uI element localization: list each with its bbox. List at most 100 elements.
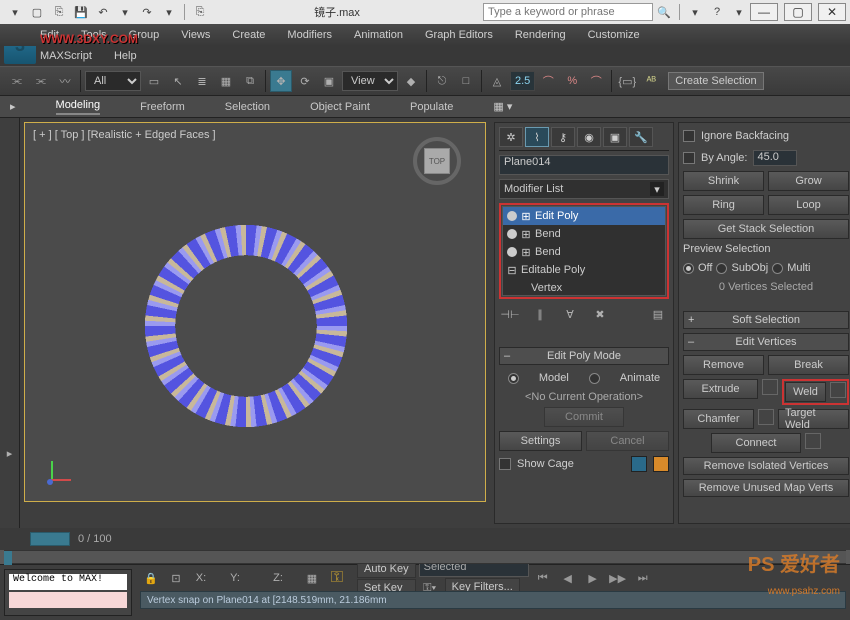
named-set-icon[interactable]: {▭} — [616, 70, 638, 92]
redo-icon[interactable]: ↷ — [138, 3, 156, 21]
help-search-input[interactable] — [483, 3, 653, 21]
percent-snap-icon[interactable]: % — [561, 70, 583, 92]
key-icon[interactable]: ⚿ — [326, 567, 348, 589]
time-thumb[interactable] — [30, 532, 70, 546]
ribbon-min-icon[interactable]: ▸ — [10, 100, 16, 113]
open-icon[interactable]: ⎘ — [50, 3, 68, 21]
cancel-button[interactable]: Cancel — [586, 431, 669, 451]
stack-item-editpoly[interactable]: ⊞ Edit Poly — [503, 207, 665, 225]
time-slider[interactable]: 0 / 100 — [0, 528, 850, 550]
x-icon[interactable]: X: — [190, 567, 212, 589]
ignore-bf-checkbox[interactable] — [683, 130, 695, 142]
rollout-soft-selection[interactable]: +Soft Selection — [683, 311, 849, 329]
radio-animate[interactable] — [589, 373, 600, 384]
bulb-icon[interactable] — [507, 229, 517, 239]
cage-color-1[interactable] — [631, 456, 647, 472]
stack-item-editable-poly[interactable]: ⊟ Editable Poly — [503, 261, 665, 279]
bulb-icon[interactable] — [507, 211, 517, 221]
snap-2d-icon[interactable]: ◬ — [486, 70, 508, 92]
select-name-icon[interactable]: ≣ — [191, 70, 213, 92]
rm-map-verts-button[interactable]: Remove Unused Map Verts — [683, 479, 849, 497]
iso-sel-icon[interactable]: ⊡ — [165, 567, 187, 589]
link-tool-icon[interactable]: ⫘ — [6, 70, 28, 92]
modifier-stack[interactable]: ⊞ Edit Poly ⊞ Bend ⊞ Bend ⊟ Editable Pol… — [502, 206, 666, 296]
viewport-label[interactable]: [ + ] [ Top ] [Realistic + Edged Faces ] — [33, 129, 216, 141]
save-icon[interactable]: 💾 — [72, 3, 90, 21]
tab-utils-icon[interactable]: 🔧 — [629, 127, 653, 147]
viewcube-face[interactable]: TOP — [424, 148, 450, 174]
pivot-icon[interactable]: ◆ — [400, 70, 422, 92]
manip-icon[interactable]: ⎋ — [431, 70, 453, 92]
goto-end-icon[interactable]: ⏭ — [632, 568, 654, 588]
shrink-button[interactable]: Shrink — [683, 171, 764, 191]
tab-display-icon[interactable]: ▣ — [603, 127, 627, 147]
radio-model[interactable] — [508, 373, 519, 384]
maxscript-listener[interactable]: Welcome to MAX! — [9, 574, 127, 590]
new-icon[interactable]: ▢ — [28, 3, 46, 21]
break-button[interactable]: Break — [768, 355, 849, 375]
ref-coord-dropdown[interactable]: View — [342, 71, 398, 91]
stack-item-bend1[interactable]: ⊞ Bend — [503, 225, 665, 243]
tab-modeling[interactable]: Modeling — [56, 99, 101, 115]
rotate-tool-icon[interactable]: ⟳ — [294, 70, 316, 92]
z-icon[interactable]: Z: — [258, 567, 298, 589]
ring-button[interactable]: Ring — [683, 195, 764, 215]
tab-create-icon[interactable]: ✲ — [499, 127, 523, 147]
signin-icon[interactable]: ▾ — [686, 3, 704, 21]
connect-settings-button[interactable] — [805, 433, 821, 449]
bind-tool-icon[interactable]: 〰 — [54, 70, 76, 92]
extrude-button[interactable]: Extrude — [683, 379, 758, 399]
get-stack-sel-button[interactable]: Get Stack Selection — [683, 219, 849, 239]
search-icon[interactable]: 🔍 — [655, 3, 673, 21]
rollout-edit-poly-mode[interactable]: –Edit Poly Mode — [499, 347, 669, 365]
selection-filter-dropdown[interactable]: All — [85, 71, 141, 91]
ribbon-extra-icon[interactable]: ▦ ▾ — [493, 100, 512, 113]
time-ruler[interactable] — [4, 550, 846, 564]
menu-rendering[interactable]: Rendering — [515, 29, 566, 41]
tab-objectpaint[interactable]: Object Paint — [310, 101, 370, 113]
redo-dd-icon[interactable]: ▾ — [160, 3, 178, 21]
unlink-tool-icon[interactable]: ⫘ — [30, 70, 52, 92]
object-name-field[interactable]: Plane014 — [499, 155, 669, 175]
undo-icon[interactable]: ↶ — [94, 3, 112, 21]
snap-spinner[interactable]: 2.5 — [510, 71, 535, 91]
close-button[interactable]: ✕ — [818, 3, 846, 21]
config-mod-icon[interactable]: ▤ — [647, 303, 669, 325]
scene-object-torus[interactable] — [103, 183, 389, 469]
angle-snap-icon[interactable]: ⌒ — [537, 70, 559, 92]
radio-subobj[interactable] — [716, 263, 727, 274]
commit-button[interactable]: Commit — [544, 407, 624, 427]
menu-maxscript[interactable]: MAXScript — [40, 50, 92, 62]
cage-color-2[interactable] — [653, 456, 669, 472]
select-icon[interactable]: ▭ — [143, 70, 165, 92]
tab-hierarchy-icon[interactable]: ⚷ — [551, 127, 575, 147]
viewcube[interactable]: TOP — [413, 137, 461, 185]
menu-help[interactable]: Help — [114, 50, 137, 62]
chamfer-button[interactable]: Chamfer — [683, 409, 754, 429]
tab-populate[interactable]: Populate — [410, 101, 453, 113]
rm-iso-verts-button[interactable]: Remove Isolated Vertices — [683, 457, 849, 475]
menu-modifiers[interactable]: Modifiers — [287, 29, 332, 41]
move-tool-icon[interactable]: ✥ — [270, 70, 292, 92]
radio-multi[interactable] — [772, 263, 783, 274]
maxscript-input[interactable] — [9, 592, 127, 608]
abc-icon[interactable]: ᴬᴮ — [640, 70, 662, 92]
stack-item-bend2[interactable]: ⊞ Bend — [503, 243, 665, 261]
grow-button[interactable]: Grow — [768, 171, 849, 191]
chamfer-settings-button[interactable] — [758, 409, 774, 425]
tab-motion-icon[interactable]: ◉ — [577, 127, 601, 147]
spinner-snap-icon[interactable]: ⌒ — [585, 70, 607, 92]
select-arrow-icon[interactable]: ↖ — [167, 70, 189, 92]
viewport-top[interactable]: [ + ] [ Top ] [Realistic + Edged Faces ]… — [24, 122, 486, 502]
app-menu-icon[interactable]: ▾ — [6, 3, 24, 21]
target-weld-button[interactable]: Target Weld — [778, 409, 849, 429]
select-region-icon[interactable]: ▦ — [215, 70, 237, 92]
unique-icon[interactable]: ∀ — [559, 303, 581, 325]
link-icon[interactable]: ⎘ — [191, 3, 209, 21]
tab-modify-icon[interactable]: ⌇ — [525, 127, 549, 147]
tab-selection[interactable]: Selection — [225, 101, 270, 113]
settings-button[interactable]: Settings — [499, 431, 582, 451]
create-selection-field[interactable]: Create Selection — [668, 72, 763, 90]
menu-grapheditors[interactable]: Graph Editors — [425, 29, 493, 41]
remove-mod-icon[interactable]: ✖ — [589, 303, 611, 325]
